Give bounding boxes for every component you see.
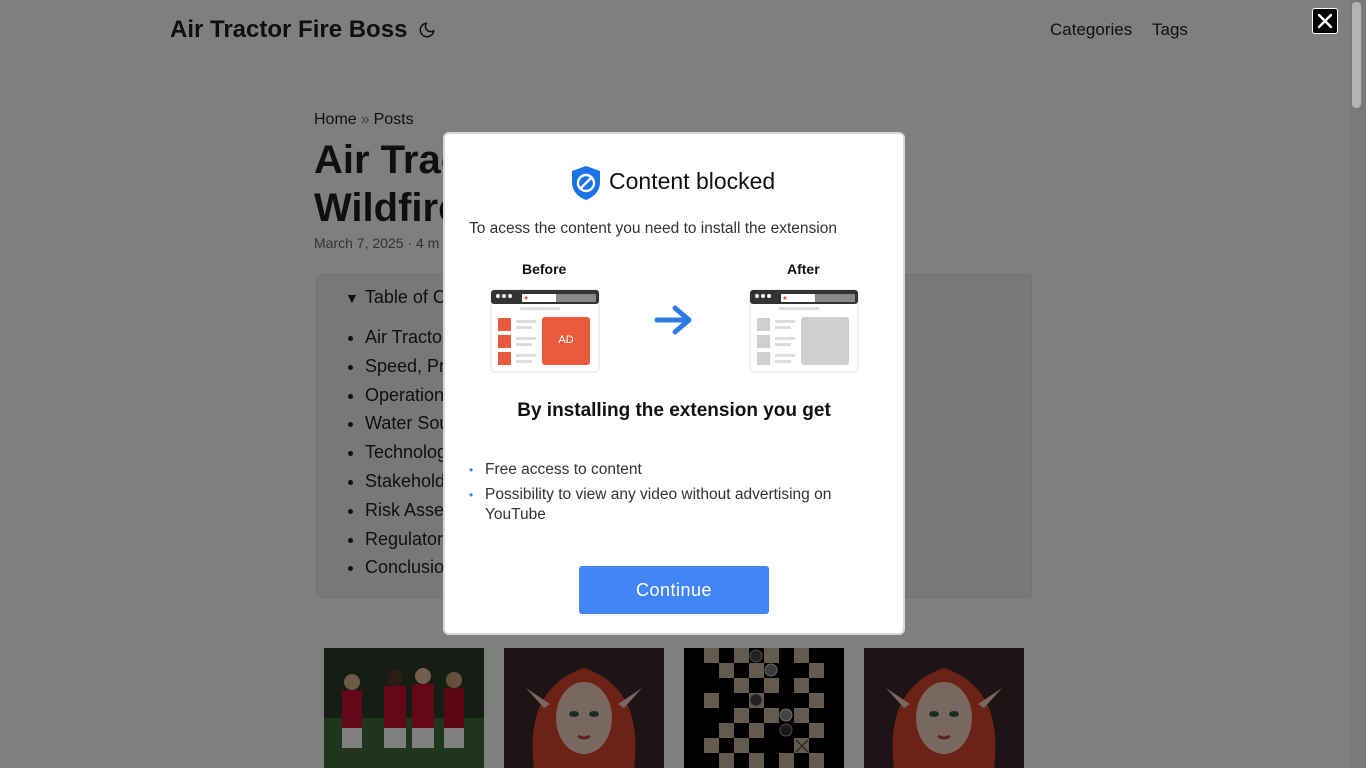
benefit-item: • Free access to content bbox=[469, 460, 879, 480]
benefits-list: • Free access to content • Possibility to … bbox=[469, 460, 879, 530]
modal-subheading: By installing the extension you get bbox=[517, 400, 831, 421]
benefit-text: Free access to content bbox=[485, 461, 642, 478]
continue-button[interactable]: Continue bbox=[579, 566, 769, 614]
shield-block-icon bbox=[569, 164, 603, 206]
after-label: After bbox=[787, 261, 820, 277]
bullet-icon: • bbox=[469, 488, 474, 502]
before-label: Before bbox=[522, 261, 567, 277]
scrollbar-track[interactable] bbox=[1349, 0, 1366, 768]
ad-label: AD bbox=[558, 334, 574, 346]
after-browser-illustration bbox=[749, 289, 859, 373]
modal-title: Content blocked bbox=[609, 168, 776, 194]
before-browser-illustration: AD bbox=[490, 289, 600, 373]
modal-header: Content blocked bbox=[569, 164, 809, 204]
content-blocked-modal: Content blocked To acess the content you… bbox=[443, 132, 905, 635]
scrollbar-thumb[interactable] bbox=[1352, 2, 1361, 108]
close-icon[interactable] bbox=[1312, 8, 1338, 34]
bullet-icon: • bbox=[469, 463, 474, 477]
benefit-item: • Possibility to view any video without a… bbox=[469, 485, 879, 525]
modal-description: To acess the content you need to install… bbox=[469, 220, 837, 237]
arrow-right-icon bbox=[653, 303, 695, 337]
benefit-text: Possibility to view any video without ad… bbox=[485, 486, 832, 523]
